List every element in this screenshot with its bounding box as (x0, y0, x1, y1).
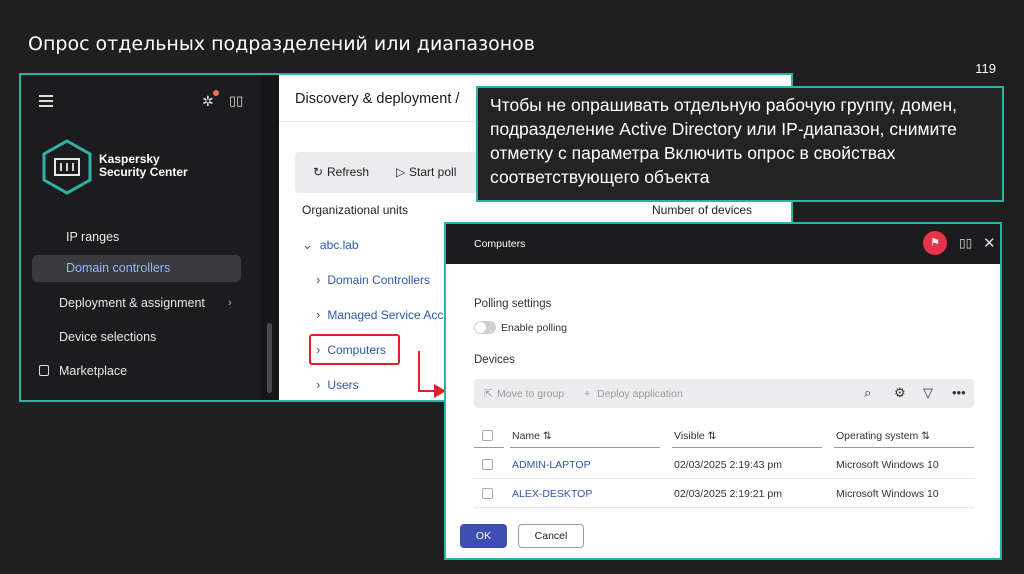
tree-item-users[interactable]: › Users (316, 377, 359, 392)
bug-icon[interactable]: ✲ (202, 93, 214, 110)
book-icon[interactable]: ▯▯ (229, 93, 243, 109)
refresh-button[interactable]: Refresh (327, 165, 369, 179)
row-divider (474, 507, 974, 508)
computers-highlight-box (309, 334, 400, 365)
row-checkbox[interactable] (482, 488, 493, 499)
sidebar-item-deployment-assignment[interactable]: Deployment & assignment (59, 296, 205, 310)
column-header-os[interactable]: Operating system ⇅ (836, 430, 930, 442)
book-icon[interactable]: ▯▯ (959, 236, 972, 250)
row-checkbox[interactable] (482, 459, 493, 470)
tree-item-label: Managed Service Acc (327, 308, 444, 322)
deploy-application-button[interactable]: Deploy application (597, 388, 683, 400)
header-divider (834, 447, 974, 448)
plus-icon: + (584, 388, 591, 400)
main-toolbar: ↻ Refresh ▷ Start poll (295, 152, 505, 193)
tree-item-domain-controllers[interactable]: › Domain Controllers (316, 272, 430, 287)
dialog-header: Computers ⚑ ▯▯ ✕ (446, 224, 1000, 264)
device-os: Microsoft Windows 10 (836, 459, 939, 471)
tree-item-abc-lab[interactable]: ⌄ abc.lab (302, 237, 359, 253)
cancel-button[interactable]: Cancel (518, 524, 584, 548)
select-all-checkbox[interactable] (482, 430, 493, 441)
close-icon[interactable]: ✕ (983, 234, 996, 252)
row-divider (474, 478, 974, 479)
sidebar-item-device-selections[interactable]: Device selections (59, 330, 156, 344)
device-visible: 02/03/2025 2:19:21 pm (674, 488, 783, 500)
chevron-right-icon: › (316, 377, 321, 392)
hamburger-menu-icon[interactable] (39, 95, 53, 107)
flag-icon[interactable]: ⚑ (923, 231, 947, 255)
devices-label: Devices (474, 354, 515, 366)
header-divider (474, 447, 504, 448)
move-to-group-button[interactable]: Move to group (497, 388, 564, 400)
sidebar-item-ip-ranges[interactable]: IP ranges (66, 230, 119, 244)
instruction-callout: Чтобы не опрашивать отдельную рабочую гр… (476, 86, 1004, 202)
chevron-right-icon: › (316, 307, 321, 322)
column-header-org-units[interactable]: Organizational units (302, 203, 408, 217)
chevron-right-icon: › (228, 297, 232, 309)
polling-settings-label: Polling settings (474, 298, 552, 310)
move-to-group-icon: ⇱ (484, 388, 493, 400)
enable-polling-label: Enable polling (501, 322, 567, 334)
column-header-name[interactable]: Name ⇅ (512, 430, 552, 442)
tree-item-managed-service-accounts[interactable]: › Managed Service Acc (316, 307, 443, 322)
tree-item-label: Users (327, 378, 359, 392)
enable-polling-toggle[interactable] (474, 321, 496, 334)
brand-line-2: Security Center (99, 165, 188, 179)
device-name-link[interactable]: ADMIN-LAPTOP (512, 459, 591, 471)
dialog-title: Computers (474, 238, 526, 250)
kaspersky-logo-icon (42, 139, 92, 195)
notification-dot (213, 90, 219, 96)
device-name-link[interactable]: ALEX-DESKTOP (512, 488, 592, 500)
sidebar-item-marketplace[interactable]: Marketplace (59, 364, 127, 378)
device-visible: 02/03/2025 2:19:43 pm (674, 459, 783, 471)
play-icon: ▷ (396, 165, 406, 179)
scrollbar-thumb[interactable] (267, 323, 272, 393)
header-divider (510, 447, 660, 448)
chevron-right-icon: › (316, 272, 321, 287)
sidebar-item-domain-controllers[interactable]: Domain controllers (66, 261, 170, 275)
tree-item-label: Domain Controllers (327, 273, 431, 287)
device-os: Microsoft Windows 10 (836, 488, 939, 500)
column-header-num-devices[interactable]: Number of devices (652, 203, 752, 217)
start-poll-button[interactable]: Start poll (409, 165, 456, 179)
header-divider (672, 447, 822, 448)
sidebar: ✲ ▯▯ Kaspersky Security Center IP ranges… (21, 75, 261, 400)
page-number: 119 (975, 61, 996, 76)
filter-icon[interactable]: ▽ (923, 385, 933, 401)
sidebar-scrollbar[interactable] (261, 75, 279, 400)
column-header-visible[interactable]: Visible ⇅ (674, 430, 716, 442)
search-icon[interactable]: ⌕ (864, 385, 871, 401)
connector-arrow-vertical (418, 351, 420, 392)
computers-dialog: Computers ⚑ ▯▯ ✕ Polling settings Enable… (444, 222, 1002, 560)
devices-toolbar: ⇱ Move to group + Deploy application ⌕ ⚙… (474, 379, 974, 408)
brand-name: Kaspersky Security Center (99, 153, 188, 179)
page-title: Discovery & deployment / (295, 91, 460, 107)
slide-title: Опрос отдельных подразделений или диапаз… (28, 33, 535, 55)
shopping-bag-icon (39, 365, 49, 376)
tree-item-label: abc.lab (319, 238, 359, 252)
ok-button[interactable]: OK (460, 524, 507, 548)
chevron-down-icon: ⌄ (302, 237, 313, 252)
gear-icon[interactable]: ⚙ (894, 385, 906, 401)
refresh-icon: ↻ (313, 165, 324, 179)
more-options-icon[interactable]: ••• (952, 385, 966, 400)
